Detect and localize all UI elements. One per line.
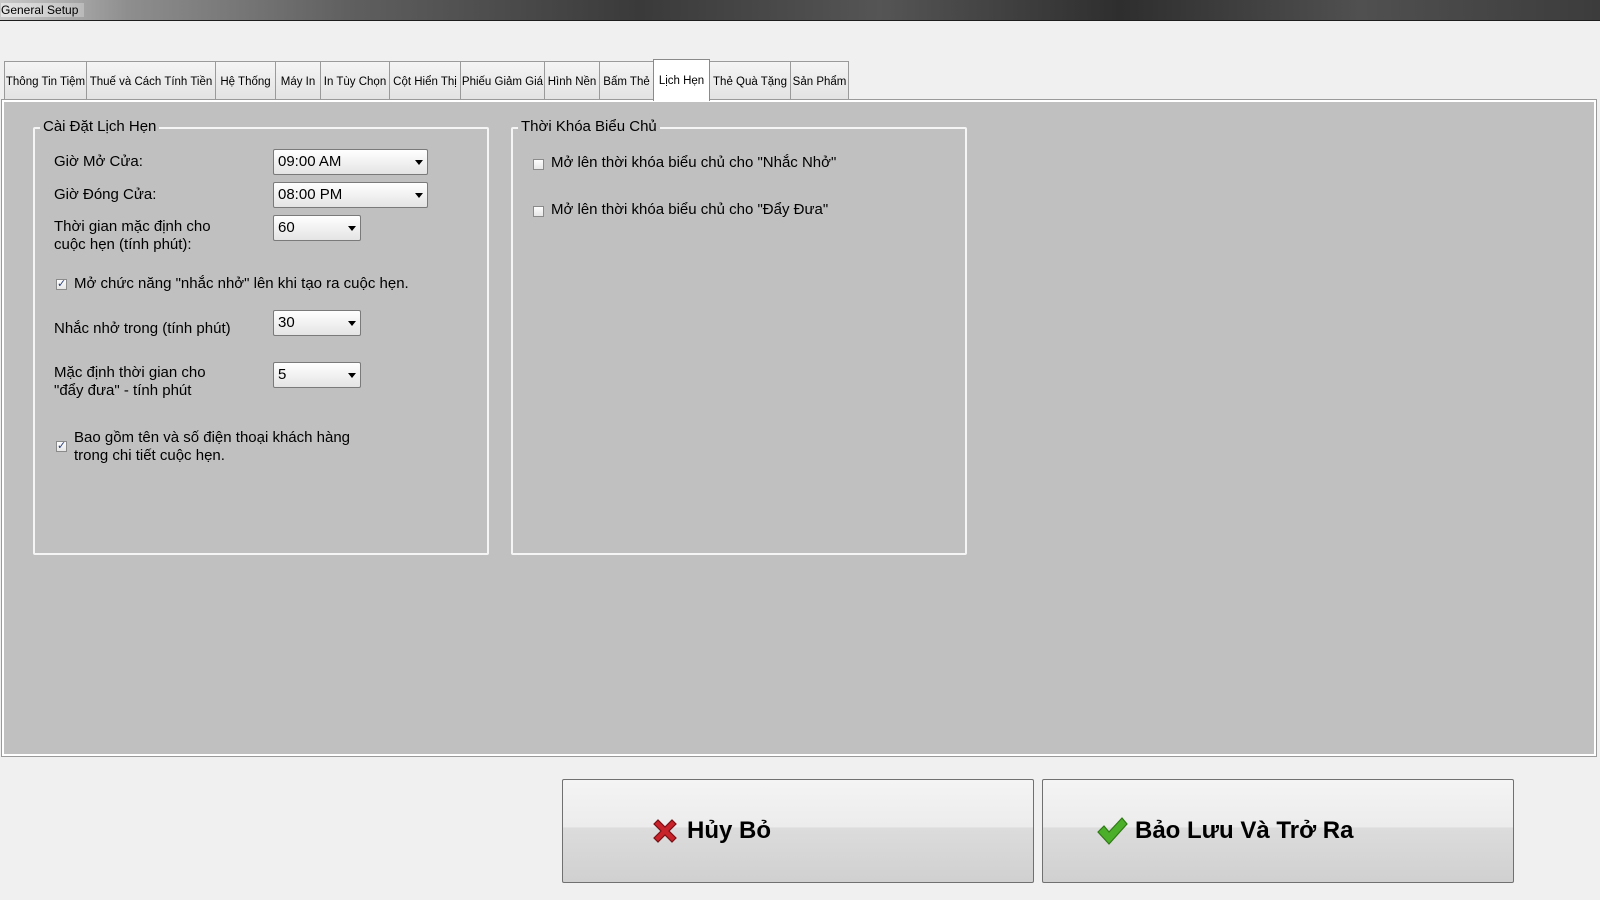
tab-coupons[interactable]: Phiếu Giảm Giá: [460, 61, 545, 101]
tab-background[interactable]: Hình Nền: [544, 61, 600, 101]
dropdown-arrow-icon: [415, 160, 423, 165]
tab-printer[interactable]: Máy In: [275, 61, 321, 101]
save-and-exit-button[interactable]: Bảo Lưu Và Trở Ra: [1042, 779, 1514, 883]
enable-reminder-checkbox[interactable]: ✓: [56, 279, 67, 290]
tab-shop-info[interactable]: Thông Tin Tiệm: [4, 61, 87, 101]
open-time-select[interactable]: 09:00 AM: [273, 149, 428, 175]
window-title-bar[interactable]: General Setup: [0, 0, 1600, 21]
close-time-value: 08:00 PM: [278, 186, 343, 203]
include-customer-info-checkbox[interactable]: ✓: [56, 441, 67, 452]
close-time-label: Giờ Đóng Cửa:: [54, 186, 157, 203]
tab-strip: Thông Tin Tiệm Thuế và Cách Tính Tiền Hệ…: [4, 59, 849, 101]
tab-system[interactable]: Hệ Thống: [215, 61, 276, 101]
close-time-select[interactable]: 08:00 PM: [273, 182, 428, 208]
cancel-button[interactable]: Hủy Bỏ: [562, 779, 1034, 883]
dropdown-arrow-icon: [348, 373, 356, 378]
owner-schedule-reminder-checkbox[interactable]: [533, 159, 544, 170]
reminder-minutes-select[interactable]: 30: [273, 310, 361, 336]
reminder-minutes-label: Nhắc nhở trong (tính phút): [54, 320, 231, 337]
tab-appointments[interactable]: Lịch Hẹn: [653, 59, 710, 101]
appointment-settings-group: Cài Đặt Lịch Hẹn Giờ Mở Cửa: 09:00 AM Gi…: [33, 118, 489, 555]
owner-schedule-group: Thời Khóa Biểu Chủ Mở lên thời khóa biểu…: [511, 118, 967, 555]
default-duration-select[interactable]: 60: [273, 215, 361, 241]
window-title: General Setup: [1, 3, 85, 17]
include-customer-info-label-line2: trong chi tiết cuộc hẹn.: [74, 447, 225, 464]
save-and-exit-button-label: Bảo Lưu Và Trở Ra: [1135, 817, 1354, 844]
owner-schedule-push-checkbox[interactable]: [533, 206, 544, 217]
dropdown-arrow-icon: [348, 321, 356, 326]
push-default-label-line2: "đẩy đưa" - tính phút: [54, 382, 192, 399]
owner-schedule-reminder-label: Mở lên thời khóa biểu chủ cho "Nhắc Nhở": [551, 154, 837, 171]
include-customer-info-label-line1: Bao gồm tên và số điện thoại khách hàng: [74, 429, 351, 446]
open-time-label: Giờ Mở Cửa:: [54, 153, 143, 170]
default-duration-label-line1: Thời gian mặc định cho: [54, 218, 211, 235]
red-x-icon: [653, 819, 677, 843]
dropdown-arrow-icon: [415, 193, 423, 198]
tab-punch-card[interactable]: Bấm Thẻ: [599, 61, 654, 101]
push-default-select[interactable]: 5: [273, 362, 361, 388]
tab-display-columns[interactable]: Cột Hiển Thị: [389, 61, 461, 101]
push-default-value: 5: [278, 366, 287, 383]
tab-products[interactable]: Sản Phẩm: [790, 61, 849, 101]
default-duration-label-line2: cuộc hẹn (tính phút):: [54, 236, 192, 253]
default-duration-value: 60: [278, 219, 295, 236]
tab-tax[interactable]: Thuế và Cách Tính Tiền: [86, 61, 216, 101]
tab-print-options[interactable]: In Tùy Chọn: [320, 61, 390, 101]
tab-gift-cards[interactable]: Thẻ Quà Tặng: [709, 61, 791, 101]
push-default-label-line1: Mặc định thời gian cho: [54, 364, 206, 381]
reminder-minutes-value: 30: [278, 314, 295, 331]
owner-schedule-push-label: Mở lên thời khóa biểu chủ cho "Đẩy Đưa": [551, 201, 829, 218]
green-check-icon: [1097, 817, 1128, 845]
cancel-button-label: Hủy Bỏ: [687, 817, 771, 844]
tab-content-panel: Cài Đặt Lịch Hẹn Giờ Mở Cửa: 09:00 AM Gi…: [1, 99, 1597, 757]
appointment-settings-legend: Cài Đặt Lịch Hẹn: [40, 118, 160, 135]
dropdown-arrow-icon: [348, 226, 356, 231]
open-time-value: 09:00 AM: [278, 153, 342, 170]
enable-reminder-label: Mở chức năng "nhắc nhở" lên khi tạo ra c…: [74, 275, 409, 292]
owner-schedule-legend: Thời Khóa Biểu Chủ: [518, 118, 660, 135]
